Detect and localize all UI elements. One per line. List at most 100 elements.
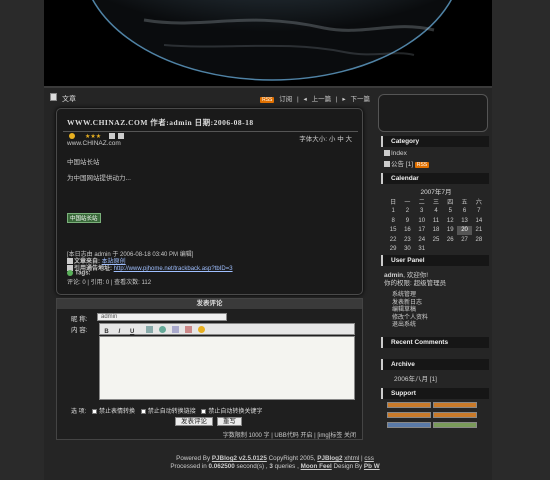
xhtml-link[interactable]: xhtml: [344, 455, 359, 462]
calendar-day[interactable]: 9: [400, 216, 414, 226]
article-title: WWW.CHINAZ.COM 作者:admin 日期:2006-08-18: [67, 117, 254, 128]
pjblog-link[interactable]: PJBlog2: [317, 455, 342, 462]
calendar-day[interactable]: 28: [472, 235, 486, 245]
calendar-day[interactable]: 25: [429, 235, 443, 245]
smiley-icon[interactable]: [197, 326, 205, 333]
calendar-day[interactable]: 23: [400, 235, 414, 245]
link-logout[interactable]: 退出系统: [392, 322, 428, 330]
footer-line-1: Powered By PJBlog2 v2.5.0125 CopyRight 2…: [176, 455, 374, 462]
calendar-day[interactable]: 26: [443, 235, 457, 245]
underline-button[interactable]: U: [129, 329, 136, 336]
comment-textarea[interactable]: [99, 336, 355, 400]
bold-button[interactable]: B: [103, 329, 110, 336]
footer: Powered By PJBlog2 v2.5.0125 CopyRight 2…: [0, 455, 550, 471]
rss-icon[interactable]: RSS: [414, 162, 430, 168]
delete-icon[interactable]: [118, 133, 124, 140]
pjblog-badge[interactable]: [387, 422, 431, 428]
calendar-day[interactable]: 2: [400, 207, 414, 217]
no-keyword-checkbox[interactable]: [201, 408, 207, 414]
article-stats: 评论: 0 | 引用: 0 | 查看次数: 112: [67, 280, 152, 286]
image-icon[interactable]: [146, 326, 154, 333]
calendar-day[interactable]: 30: [400, 245, 414, 255]
calendar-title: Calendar: [381, 173, 489, 184]
font-medium[interactable]: 中: [337, 136, 344, 143]
query-count: 3: [269, 463, 273, 470]
link-drafts[interactable]: 编辑草稿: [392, 307, 428, 315]
breadcrumb[interactable]: 文章: [62, 94, 76, 104]
calendar-day[interactable]: 22: [386, 235, 400, 245]
category-index[interactable]: Index: [384, 150, 407, 157]
nickname-field[interactable]: admin: [97, 313, 227, 321]
chinaz-badge: 中国站长站: [67, 213, 101, 223]
link-new-post[interactable]: 发表新日志: [392, 300, 428, 308]
site-url: www.CHINAZ.com: [67, 140, 121, 147]
calendar-day[interactable]: 5: [443, 207, 457, 217]
flash-icon[interactable]: [184, 326, 192, 333]
calendar-day: [472, 245, 486, 255]
edit-icon[interactable]: [109, 133, 116, 140]
next-post-link[interactable]: ▸ 下一篇: [342, 96, 370, 103]
archive-item[interactable]: 2006年八月 [1]: [394, 373, 437, 383]
subscribe-link[interactable]: 订阅: [279, 96, 292, 103]
atom-feed-badge[interactable]: [433, 412, 477, 418]
calendar-day[interactable]: 18: [429, 226, 443, 236]
prev-post-link[interactable]: ◂ 上一篇: [304, 96, 332, 103]
font-small[interactable]: 小: [329, 136, 336, 143]
calendar-day[interactable]: 16: [400, 226, 414, 236]
no-smilies-checkbox[interactable]: [92, 408, 98, 414]
trackback-url[interactable]: http://www.pjhome.net/trackback.asp?tbID…: [114, 266, 233, 272]
calendar-week: 22 23 24 25 26 27 28: [386, 235, 486, 245]
designer-link[interactable]: Pb W: [364, 463, 380, 470]
link-admin[interactable]: 系统管理: [392, 292, 428, 300]
calendar-day[interactable]: 11: [429, 216, 443, 226]
category-notice[interactable]: 公告 [1] RSS: [384, 158, 430, 168]
footer-line-2: Processed in 0.062500 second(s) , 3 quer…: [0, 463, 550, 471]
link-profile[interactable]: 修改个人资料: [392, 315, 428, 323]
calendar-day[interactable]: 7: [472, 207, 486, 217]
calendar-day[interactable]: 1: [386, 207, 400, 217]
planet-image: [44, 0, 492, 86]
calendar-day[interactable]: 27: [457, 235, 471, 245]
calendar-day[interactable]: 24: [415, 235, 429, 245]
font-size-label: 字体大小:: [299, 136, 328, 143]
w3c-xhtml-badge[interactable]: [387, 402, 431, 408]
calendar-week: 15 16 17 18 19 20 21: [386, 225, 486, 236]
theme-link[interactable]: Moon Feel: [301, 463, 332, 470]
planet-banner: [44, 0, 492, 86]
separator: |: [297, 96, 299, 103]
calendar-day[interactable]: 10: [415, 216, 429, 226]
no-autolink-checkbox[interactable]: [140, 408, 146, 414]
pjblog-version-link[interactable]: PJBlog2 v2.5.0125: [212, 455, 267, 462]
moonfeel-badge[interactable]: [433, 422, 477, 428]
globe-icon[interactable]: [159, 326, 167, 333]
calendar-day[interactable]: 15: [386, 226, 400, 236]
calendar-day[interactable]: 19: [443, 226, 457, 236]
submit-comment-button[interactable]: 发表评论: [175, 417, 213, 426]
chinaz-logo-image: 中国站长站: [67, 213, 101, 223]
calendar-day[interactable]: 12: [443, 216, 457, 226]
calendar-day[interactable]: 17: [415, 226, 429, 236]
reset-button[interactable]: 重写: [216, 417, 242, 426]
calendar-day[interactable]: 4: [429, 207, 443, 217]
w3c-css-badge[interactable]: [433, 402, 477, 408]
weekday: 三: [432, 200, 439, 207]
email-icon[interactable]: [172, 326, 180, 333]
rss-icon[interactable]: RSS: [260, 97, 275, 103]
calendar-day[interactable]: 8: [386, 216, 400, 226]
calendar-day[interactable]: 29: [386, 245, 400, 255]
italic-button[interactable]: I: [116, 329, 123, 336]
calendar-day[interactable]: 13: [457, 216, 471, 226]
calendar-day[interactable]: 31: [415, 245, 429, 255]
calendar-day[interactable]: 14: [472, 216, 486, 226]
css-link[interactable]: css: [364, 455, 373, 462]
calendar-day[interactable]: 20: [457, 225, 472, 235]
recent-comments-title: Recent Comments: [381, 337, 489, 348]
calendar-day[interactable]: 6: [457, 207, 471, 217]
rss-feed-badge[interactable]: [387, 412, 431, 418]
article-box: WWW.CHINAZ.COM 作者:admin 日期:2006-08-18 ★★…: [56, 108, 363, 295]
calendar-day[interactable]: 3: [415, 207, 429, 217]
sidebar: Category Index 公告 [1] RSS Calendar 2007年…: [376, 92, 491, 444]
calendar-day[interactable]: 21: [472, 226, 486, 236]
font-large[interactable]: 大: [346, 136, 353, 143]
form-buttons: 发表评论 重写: [175, 417, 244, 426]
